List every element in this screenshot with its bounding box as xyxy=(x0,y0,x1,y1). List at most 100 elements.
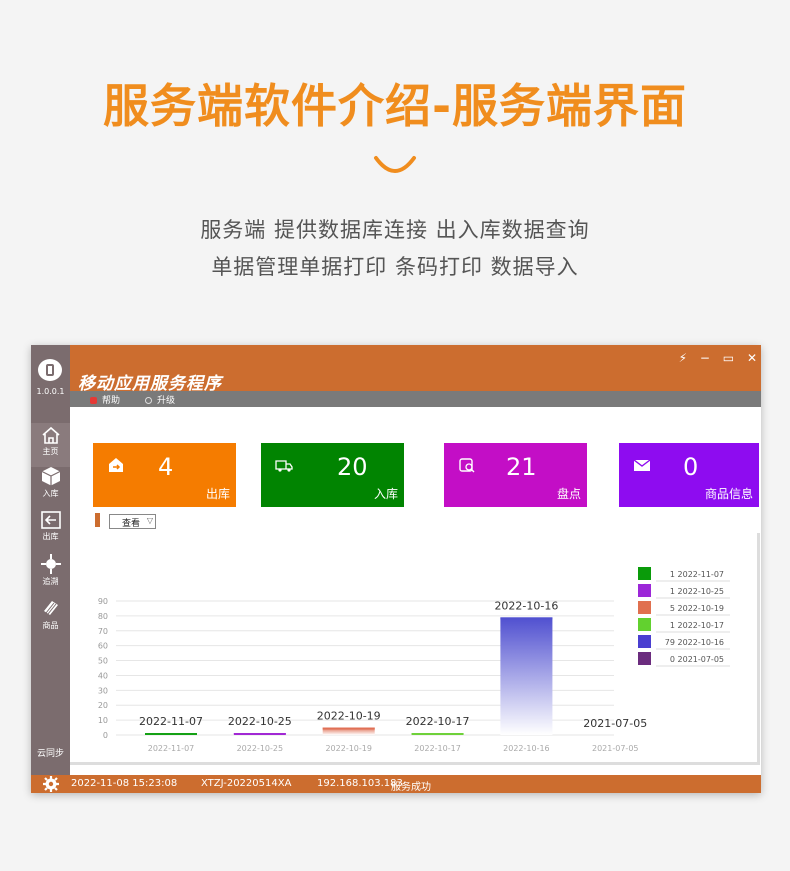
legend-swatch xyxy=(638,635,651,648)
gear-icon[interactable] xyxy=(41,775,61,793)
y-tick-label: 40 xyxy=(98,671,108,680)
hero-title: 服务端软件介绍-服务端界面 xyxy=(102,79,688,133)
card-label: 盘点 xyxy=(556,487,581,501)
data-label: 2022-10-19 xyxy=(317,710,381,723)
status-device-id: XTZJ-20220514XA xyxy=(201,778,292,789)
data-label: 2022-10-16 xyxy=(494,599,558,612)
sidebar-item-home[interactable]: 主页 xyxy=(31,423,70,467)
trace-icon xyxy=(40,554,61,574)
sidebar-item-trace[interactable]: 追溯 xyxy=(31,551,70,595)
hero-subtitle-line1: 服务端 提供数据库连接 出入库数据查询 xyxy=(200,218,590,242)
menu-item-upgrade[interactable]: 升级 xyxy=(145,393,175,406)
y-tick-label: 80 xyxy=(98,612,108,621)
card-label: 商品信息 xyxy=(704,487,753,501)
sidebar-item-label: 商品 xyxy=(42,621,59,630)
sidebar-item-inbound[interactable]: 入库 xyxy=(31,463,70,507)
legend-swatch xyxy=(638,584,651,597)
y-tick-label: 0 xyxy=(103,731,108,740)
legend-swatch xyxy=(638,601,651,614)
x-tick-label: 2022-10-17 xyxy=(414,744,461,753)
status-datetime: 2022-11-08 15:23:08 xyxy=(71,778,178,789)
legend-swatch xyxy=(638,652,651,665)
status-ip: 192.168.103.183 xyxy=(317,778,403,789)
sidebar-item-label: 主页 xyxy=(42,447,59,456)
y-tick-label: 10 xyxy=(98,716,108,725)
goods-icon xyxy=(43,601,58,615)
upgrade-icon xyxy=(145,397,152,404)
outbound-icon xyxy=(109,458,123,472)
menu-item-help[interactable]: 帮助 xyxy=(90,393,120,406)
legend-label: 5 2022-10-19 xyxy=(670,604,724,613)
legend-label: 0 2021-07-05 xyxy=(670,655,724,664)
y-tick-label: 30 xyxy=(98,686,108,695)
legend-swatch xyxy=(638,618,651,631)
legend-swatch xyxy=(638,567,651,580)
close-button[interactable]: ✕ xyxy=(747,351,757,365)
y-tick-label: 90 xyxy=(98,597,108,606)
y-tick-label: 70 xyxy=(98,627,108,636)
status-bar: 2022-11-08 15:23:08 XTZJ-20220514XA 192.… xyxy=(31,775,761,793)
sidebar-item-outbound[interactable]: 出库 xyxy=(31,508,70,552)
mail-icon xyxy=(633,459,651,471)
window-controls: ⚡ − ▭ ✕ xyxy=(670,351,757,365)
bar-top xyxy=(322,727,375,730)
app-logo-icon xyxy=(38,359,62,381)
legend-label: 1 2022-10-17 xyxy=(670,621,724,630)
menu-item-label: 升级 xyxy=(157,396,176,406)
card-goods-info[interactable]: 0 商品信息 xyxy=(619,443,759,507)
maximize-button[interactable]: ▭ xyxy=(723,351,734,365)
card-label: 入库 xyxy=(373,487,398,501)
hero-subtitle-line2: 单据管理单据打印 条码打印 数据导入 xyxy=(211,255,579,279)
card-value: 4 xyxy=(158,453,174,481)
y-tick-label: 50 xyxy=(98,657,108,666)
cloud-sync-button[interactable]: 云同步 xyxy=(31,746,70,759)
bar-top xyxy=(145,733,197,735)
bar-top xyxy=(233,733,286,735)
y-tick-label: 20 xyxy=(98,701,108,710)
card-inbound[interactable]: 20 入库 xyxy=(261,443,404,507)
menu-item-label: 帮助 xyxy=(102,396,121,406)
app-window: 1.0.0.1 主页 入库 出库 追溯 商品 云同步 移动应用服务程序 ⚡ − … xyxy=(31,345,761,793)
x-tick-label: 2022-10-19 xyxy=(325,744,372,753)
chevron-down-icon: ▽ xyxy=(146,516,153,525)
data-label: 2022-10-17 xyxy=(406,715,470,728)
truck-icon xyxy=(275,460,293,472)
sidebar-item-label: 追溯 xyxy=(42,577,59,586)
home-icon xyxy=(41,426,60,444)
card-value: 21 xyxy=(506,453,537,481)
card-value: 20 xyxy=(337,453,368,481)
card-inventory[interactable]: 21 盘点 xyxy=(444,443,587,507)
data-label: 2022-10-25 xyxy=(228,715,292,728)
app-version: 1.0.0.1 xyxy=(36,387,65,396)
inventory-icon xyxy=(459,458,475,473)
left-sidebar: 1.0.0.1 主页 入库 出库 追溯 商品 云同步 xyxy=(31,345,70,775)
section-divider xyxy=(95,513,100,527)
card-value: 0 xyxy=(683,453,699,481)
sidebar-item-label: 出库 xyxy=(42,532,59,541)
help-icon xyxy=(90,397,97,404)
y-tick-label: 60 xyxy=(98,642,108,651)
exit-icon xyxy=(40,511,61,529)
bar-top xyxy=(411,733,464,735)
data-label: 2021-07-05 xyxy=(583,717,647,730)
menu-bar: 帮助 升级 xyxy=(70,391,761,407)
box-icon xyxy=(41,467,60,486)
minimize-button[interactable]: − xyxy=(700,351,710,365)
bar xyxy=(500,617,553,735)
smile-icon xyxy=(374,156,416,173)
x-tick-label: 2021-07-05 xyxy=(592,744,639,753)
x-tick-label: 2022-11-07 xyxy=(148,744,195,753)
data-label: 2022-11-07 xyxy=(139,715,203,728)
pin-icon[interactable]: ⚡ xyxy=(679,351,687,365)
legend-label: 79 2022-10-16 xyxy=(665,638,724,647)
bar-chart: 0 10 20 30 40 50 60 70 80 90 2022-11-07 2022-11-07 2… xyxy=(98,567,730,753)
x-tick-label: 2022-10-25 xyxy=(237,744,283,753)
x-tick-label: 2022-10-16 xyxy=(503,744,549,753)
sidebar-item-label: 入库 xyxy=(42,489,59,498)
card-outbound[interactable]: 4 出库 xyxy=(93,443,236,507)
title-bar: 移动应用服务程序 ⚡ − ▭ ✕ xyxy=(70,345,761,394)
legend-label: 1 2022-10-25 xyxy=(670,587,724,596)
card-label: 出库 xyxy=(205,487,230,501)
view-select[interactable]: 查看 ▽ xyxy=(109,514,156,529)
sidebar-item-goods[interactable]: 商品 xyxy=(31,595,70,639)
